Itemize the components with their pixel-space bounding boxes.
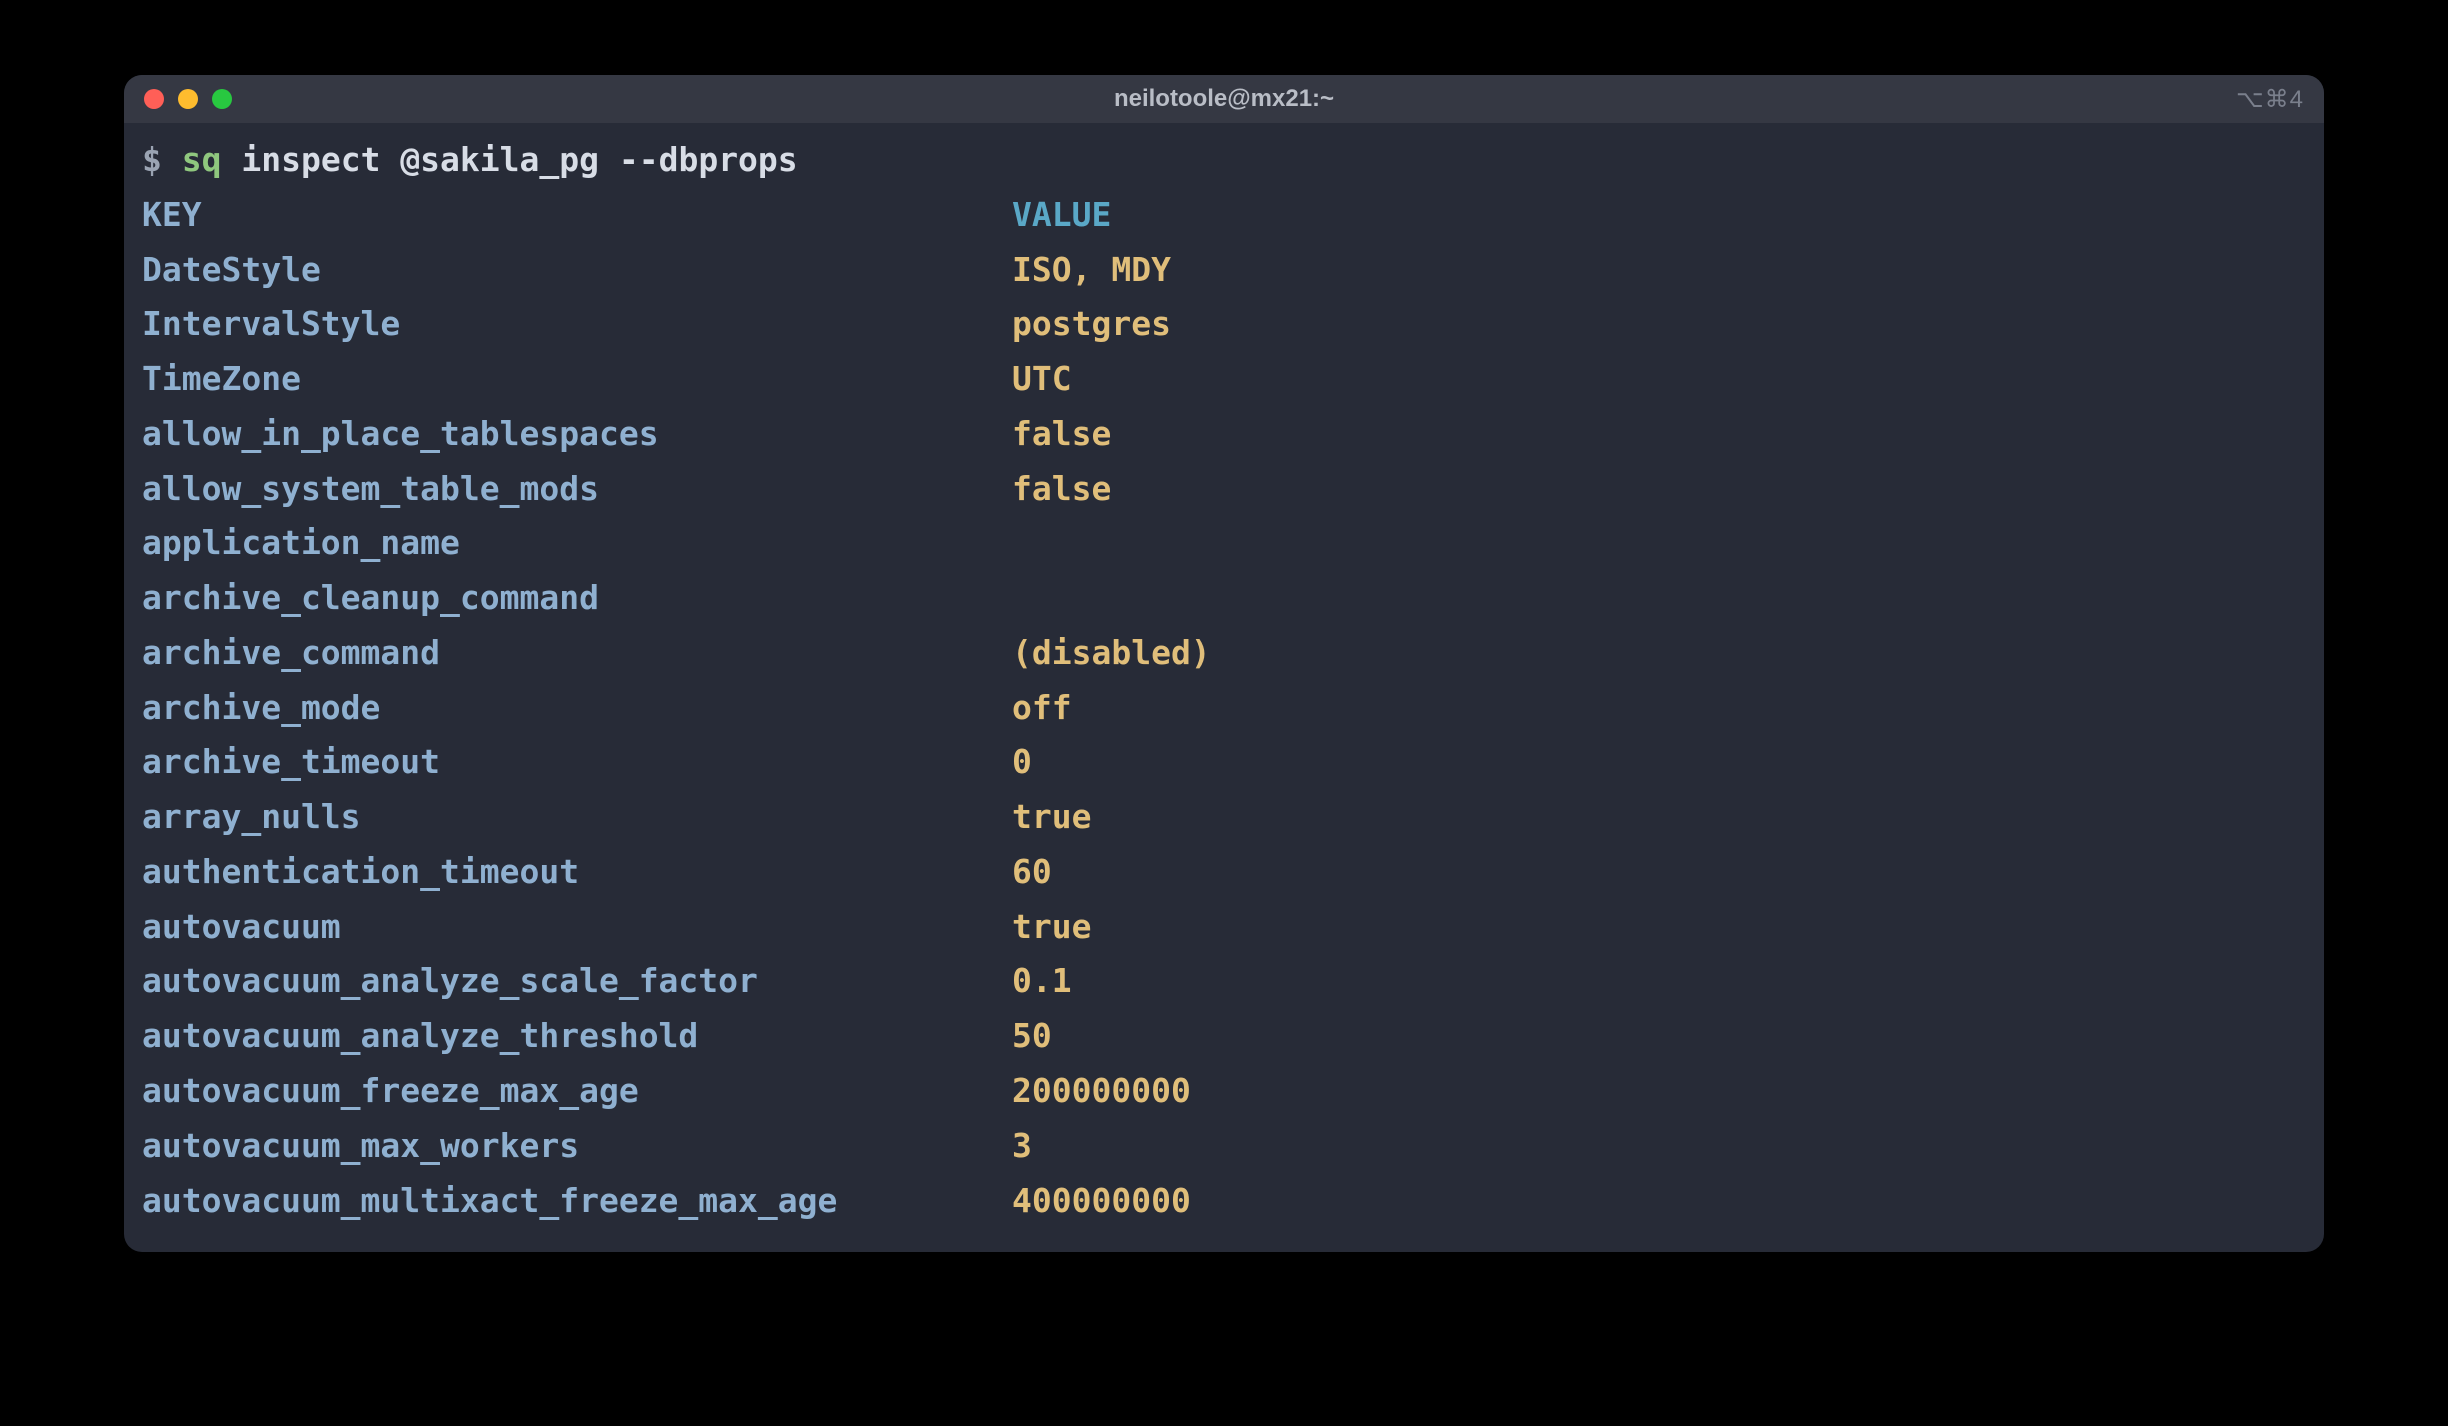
- row-key: autovacuum_analyze_scale_factor: [142, 954, 1012, 1009]
- traffic-lights: [144, 89, 232, 109]
- row-value: ISO, MDY: [1012, 250, 1171, 289]
- header-value: VALUE: [1012, 195, 1111, 234]
- table-row: autovacuumtrue: [142, 900, 2306, 955]
- window-title: neilotoole@mx21:~: [124, 85, 2324, 113]
- minimize-icon[interactable]: [178, 89, 198, 109]
- rows-container: DateStyleISO, MDYIntervalStylepostgresTi…: [142, 243, 2306, 1229]
- row-key: archive_cleanup_command: [142, 571, 1012, 626]
- row-key: TimeZone: [142, 352, 1012, 407]
- prompt-line: $ sq inspect @sakila_pg --dbprops: [142, 133, 2306, 188]
- row-key: allow_system_table_mods: [142, 462, 1012, 517]
- row-key: autovacuum_analyze_threshold: [142, 1009, 1012, 1064]
- header-row: KEYVALUE: [142, 188, 2306, 243]
- row-key: array_nulls: [142, 790, 1012, 845]
- row-value: UTC: [1012, 359, 1072, 398]
- maximize-icon[interactable]: [212, 89, 232, 109]
- table-row: application_name: [142, 516, 2306, 571]
- row-value: postgres: [1012, 304, 1171, 343]
- table-row: autovacuum_freeze_max_age200000000: [142, 1064, 2306, 1119]
- row-key: DateStyle: [142, 243, 1012, 298]
- row-key: archive_command: [142, 626, 1012, 681]
- terminal-window: neilotoole@mx21:~ ⌥⌘4 $ sq inspect @saki…: [124, 75, 2324, 1252]
- table-row: archive_timeout0: [142, 735, 2306, 790]
- row-key: IntervalStyle: [142, 297, 1012, 352]
- prompt-symbol: $: [142, 140, 182, 179]
- table-row: allow_system_table_modsfalse: [142, 462, 2306, 517]
- table-row: autovacuum_multixact_freeze_max_age40000…: [142, 1174, 2306, 1229]
- table-row: autovacuum_analyze_threshold50: [142, 1009, 2306, 1064]
- row-value: off: [1012, 688, 1072, 727]
- table-row: archive_modeoff: [142, 681, 2306, 736]
- table-row: allow_in_place_tablespacesfalse: [142, 407, 2306, 462]
- row-key: allow_in_place_tablespaces: [142, 407, 1012, 462]
- close-icon[interactable]: [144, 89, 164, 109]
- shortcut-hint: ⌥⌘4: [2236, 85, 2304, 114]
- row-value: 60: [1012, 852, 1052, 891]
- table-row: IntervalStylepostgres: [142, 297, 2306, 352]
- table-row: archive_command(disabled): [142, 626, 2306, 681]
- table-row: array_nullstrue: [142, 790, 2306, 845]
- row-key: autovacuum_max_workers: [142, 1119, 1012, 1174]
- row-value: 50: [1012, 1016, 1052, 1055]
- row-value: 0: [1012, 742, 1032, 781]
- table-row: autovacuum_max_workers3: [142, 1119, 2306, 1174]
- row-value: true: [1012, 797, 1091, 836]
- row-key: autovacuum_multixact_freeze_max_age: [142, 1174, 1012, 1229]
- header-key: KEY: [142, 188, 1012, 243]
- row-value: 0.1: [1012, 961, 1072, 1000]
- row-key: archive_timeout: [142, 735, 1012, 790]
- row-value: 200000000: [1012, 1071, 1191, 1110]
- row-value: (disabled): [1012, 633, 1211, 672]
- table-row: archive_cleanup_command: [142, 571, 2306, 626]
- row-value: true: [1012, 907, 1091, 946]
- command-name: sq: [182, 140, 222, 179]
- row-key: archive_mode: [142, 681, 1012, 736]
- table-row: autovacuum_analyze_scale_factor0.1: [142, 954, 2306, 1009]
- table-row: authentication_timeout60: [142, 845, 2306, 900]
- row-value: false: [1012, 414, 1111, 453]
- command-args: inspect @sakila_pg --dbprops: [222, 140, 798, 179]
- terminal-body[interactable]: $ sq inspect @sakila_pg --dbprops KEYVAL…: [124, 123, 2324, 1252]
- row-key: authentication_timeout: [142, 845, 1012, 900]
- row-key: autovacuum: [142, 900, 1012, 955]
- table-row: DateStyleISO, MDY: [142, 243, 2306, 298]
- titlebar: neilotoole@mx21:~ ⌥⌘4: [124, 75, 2324, 123]
- row-value: 3: [1012, 1126, 1032, 1165]
- row-key: autovacuum_freeze_max_age: [142, 1064, 1012, 1119]
- table-row: TimeZoneUTC: [142, 352, 2306, 407]
- row-value: false: [1012, 469, 1111, 508]
- row-key: application_name: [142, 516, 1012, 571]
- row-value: 400000000: [1012, 1181, 1191, 1220]
